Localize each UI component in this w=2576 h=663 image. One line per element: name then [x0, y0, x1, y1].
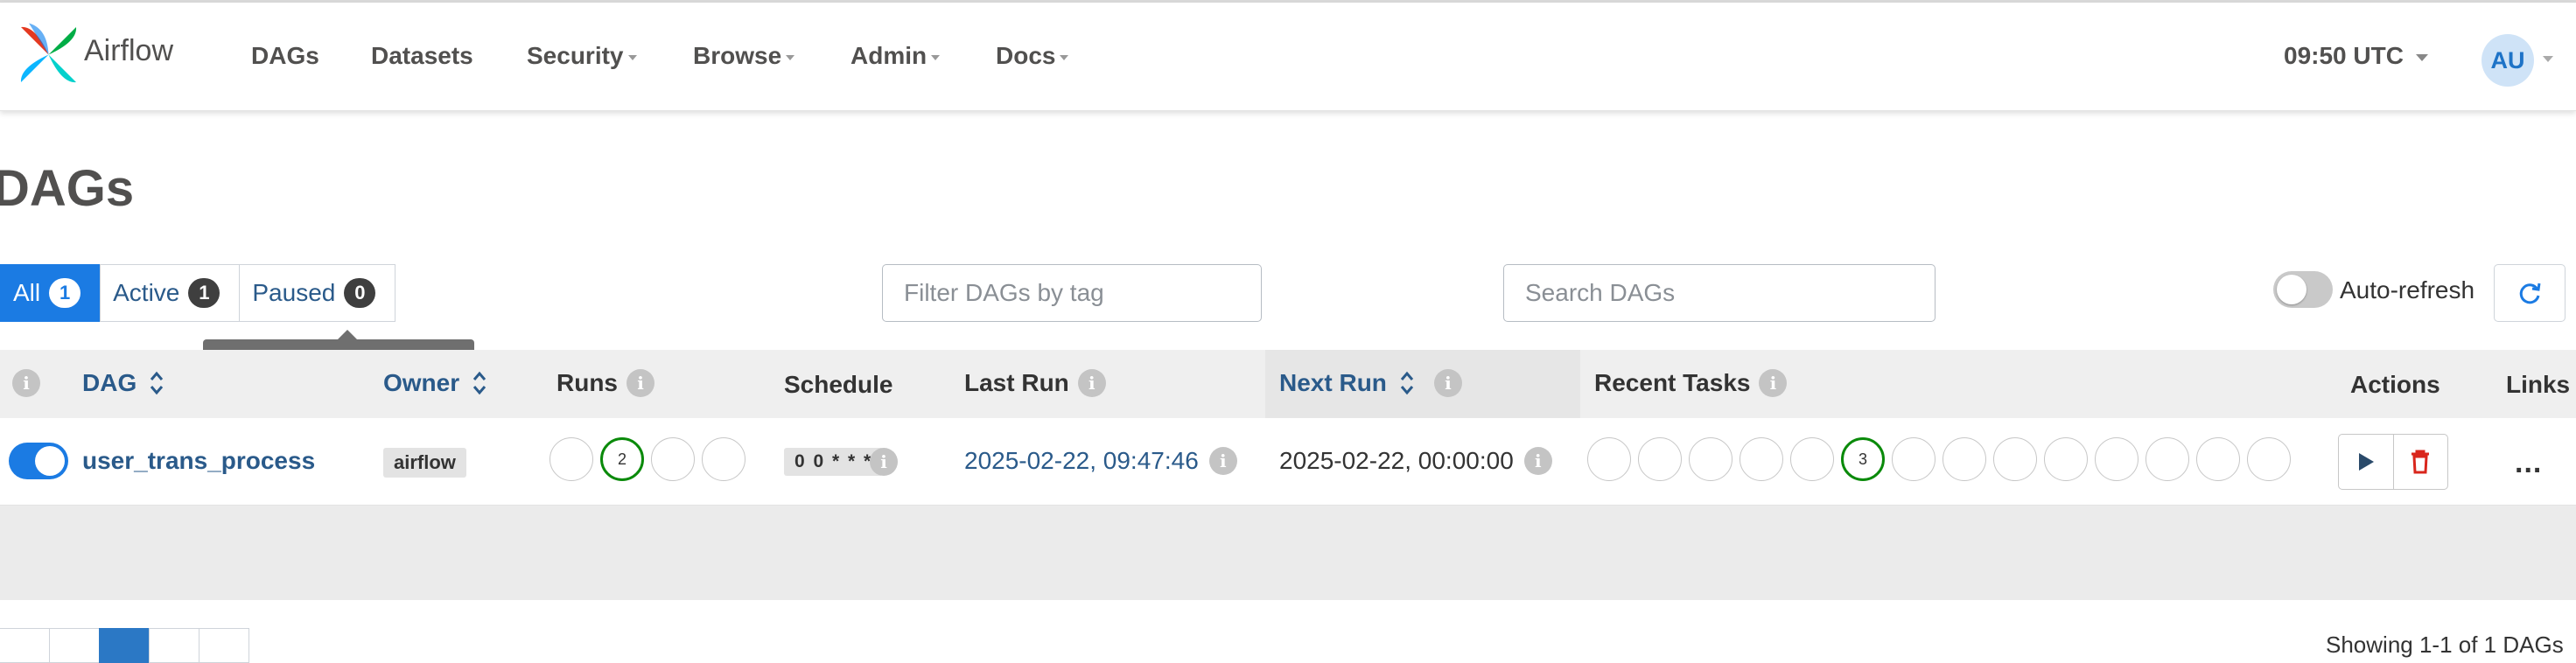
owner-tag[interactable]: airflow — [383, 448, 466, 478]
count-badge: 1 — [49, 278, 81, 308]
schedule-tag[interactable]: 0 0 * * * — [784, 448, 884, 476]
chevron-down-icon — [2415, 53, 2428, 61]
task-state-circle[interactable] — [1587, 437, 1631, 481]
timezone-clock[interactable]: 09:50 UTC — [2284, 42, 2428, 70]
column-last-run: Last Run i — [964, 369, 1106, 397]
task-state-circle[interactable] — [1689, 437, 1732, 481]
tag-filter-input[interactable] — [882, 264, 1262, 322]
task-state-circle[interactable] — [2044, 437, 2088, 481]
run-state-circle[interactable] — [651, 437, 695, 481]
brand-name[interactable]: Airflow — [84, 34, 173, 68]
column-info: i — [12, 369, 40, 397]
dag-id-link[interactable]: user_trans_process — [82, 447, 315, 475]
count-badge: 1 — [188, 278, 220, 308]
info-icon[interactable]: i — [12, 369, 40, 397]
auto-refresh-label: Auto-refresh — [2340, 276, 2475, 304]
nav-dags[interactable]: DAGs — [251, 42, 319, 70]
search-input[interactable] — [1503, 264, 1936, 322]
task-state-circle[interactable] — [2247, 437, 2291, 481]
page-prev-button[interactable] — [49, 628, 100, 663]
filter-paused-button[interactable]: Paused 0 — [239, 264, 396, 322]
nav-security[interactable]: Security — [527, 42, 637, 70]
info-icon[interactable]: i — [1433, 369, 1462, 397]
trigger-dag-button[interactable] — [2339, 435, 2394, 489]
last-run-link[interactable]: 2025-02-22, 09:47:46 i — [964, 447, 1237, 475]
info-icon[interactable]: i — [1523, 447, 1552, 475]
nav-datasets[interactable]: Datasets — [371, 42, 473, 70]
info-icon[interactable]: i — [870, 448, 898, 476]
column-dag[interactable]: DAG — [82, 369, 164, 397]
table-empty-area — [0, 506, 2576, 600]
info-icon[interactable]: i — [1208, 447, 1237, 475]
count-badge: 0 — [344, 278, 376, 308]
top-navbar: Airflow DAGs Datasets Security Browse Ad… — [0, 3, 2576, 111]
dag-actions — [2338, 434, 2448, 490]
task-state-circle[interactable] — [1892, 437, 1936, 481]
next-run-value: 2025-02-22, 00:00:00 i — [1279, 447, 1552, 475]
run-state-circle-success[interactable]: 2 — [600, 437, 644, 481]
column-actions: Actions — [2350, 371, 2440, 398]
page-next-button[interactable] — [149, 628, 200, 663]
task-state-circle[interactable] — [2146, 437, 2189, 481]
play-icon — [2358, 453, 2374, 471]
task-state-circle[interactable] — [1993, 437, 2037, 481]
column-recent-tasks: Recent Tasks i — [1594, 369, 1788, 397]
sort-icon[interactable] — [1399, 369, 1415, 397]
delete-dag-button[interactable] — [2394, 435, 2448, 489]
column-next-run[interactable]: Next Run i — [1279, 369, 1462, 397]
tooltip-arrow — [338, 330, 357, 339]
run-state-circle[interactable] — [550, 437, 593, 481]
run-state-circle[interactable] — [702, 437, 746, 481]
task-state-circle[interactable] — [1638, 437, 1682, 481]
links-menu-button[interactable]: ... — [2515, 446, 2542, 480]
user-avatar[interactable]: AU — [2482, 34, 2534, 87]
pagination — [0, 628, 249, 663]
refresh-icon — [2519, 283, 2541, 304]
task-state-circle[interactable] — [2095, 437, 2138, 481]
info-icon[interactable]: i — [1759, 369, 1788, 397]
sort-icon[interactable] — [472, 369, 487, 397]
page-current-button[interactable] — [99, 628, 150, 663]
task-state-circle[interactable] — [1790, 437, 1834, 481]
chevron-down-icon — [627, 54, 637, 60]
status-filter-group: All 1 Active 1 Paused 0 — [0, 264, 396, 322]
nav-docs[interactable]: Docs — [996, 42, 1069, 70]
sort-icon[interactable] — [149, 369, 164, 397]
task-state-circle-success[interactable]: 3 — [1841, 437, 1885, 481]
airflow-logo-icon[interactable] — [16, 22, 81, 87]
nav-browse[interactable]: Browse — [693, 42, 795, 70]
nav-admin[interactable]: Admin — [850, 42, 941, 70]
chevron-down-icon — [786, 54, 795, 60]
chevron-down-icon — [1060, 54, 1069, 60]
column-owner[interactable]: Owner — [383, 369, 487, 397]
auto-refresh-toggle[interactable] — [2273, 271, 2333, 308]
filter-active-button[interactable]: Active 1 — [100, 264, 241, 322]
dag-pause-toggle[interactable] — [9, 443, 68, 479]
chevron-down-icon — [931, 54, 941, 60]
task-state-circle[interactable] — [1942, 437, 1986, 481]
info-icon[interactable]: i — [1077, 369, 1106, 397]
info-icon[interactable]: i — [626, 369, 654, 397]
toggle-knob — [2277, 275, 2306, 304]
column-schedule: Schedule — [784, 371, 893, 398]
refresh-button[interactable] — [2494, 264, 2566, 322]
page-last-button[interactable] — [199, 628, 249, 663]
task-state-circle[interactable] — [2196, 437, 2240, 481]
toggle-knob — [35, 446, 65, 476]
filter-all-button[interactable]: All 1 — [0, 264, 102, 322]
page-first-button[interactable] — [0, 628, 50, 663]
column-runs: Runs i — [556, 369, 654, 397]
page-title: DAGs — [0, 160, 135, 217]
trash-icon — [2412, 450, 2430, 474]
chevron-down-icon[interactable] — [2543, 56, 2553, 62]
column-links: Links — [2506, 371, 2571, 398]
task-state-circle[interactable] — [1740, 437, 1783, 481]
